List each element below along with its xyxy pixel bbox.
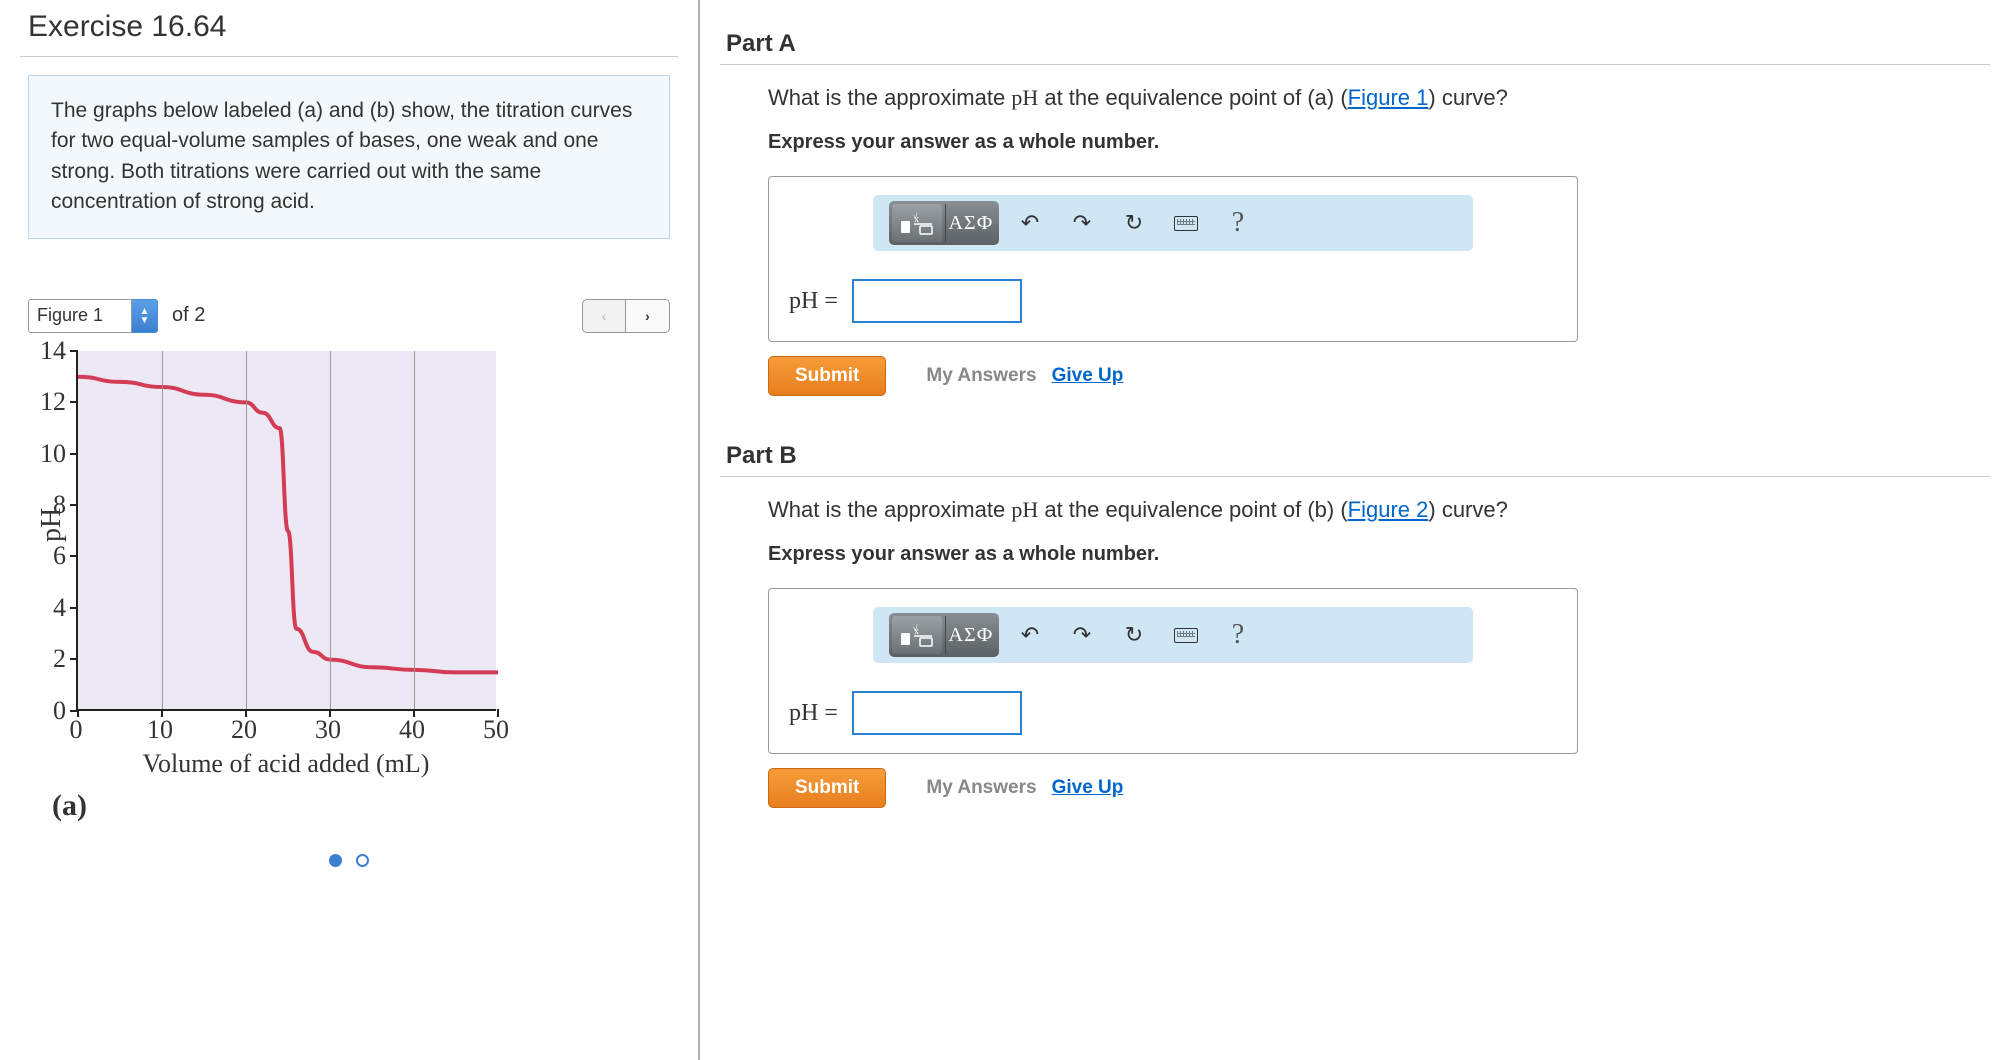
exercise-title: Exercise 16.64 <box>0 0 698 56</box>
equation-toolbar: x√ ΑΣФ ↶ ↷ ↻ ? <box>873 195 1473 251</box>
pager-dot-1[interactable] <box>329 854 342 867</box>
chevron-right-icon: › <box>645 308 650 324</box>
answer-label: pH = <box>789 700 838 727</box>
greek-icon: ΑΣФ <box>949 212 994 235</box>
left-panel: Exercise 16.64 The graphs below labeled … <box>0 0 700 1060</box>
help-button[interactable]: ? <box>1217 203 1259 243</box>
reset-button[interactable]: ↻ <box>1113 615 1155 655</box>
undo-icon: ↶ <box>1021 622 1039 648</box>
divider <box>720 64 1990 65</box>
undo-icon: ↶ <box>1021 210 1039 236</box>
keyboard-icon <box>1174 216 1198 231</box>
equation-toolbar: x√ ΑΣФ ↶ ↷ ↻ ? <box>873 607 1473 663</box>
undo-button[interactable]: ↶ <box>1009 203 1051 243</box>
part-a-section: Part A What is the approximate pH at the… <box>720 30 1990 396</box>
figure-label: (a) <box>52 789 670 823</box>
divider <box>720 476 1990 477</box>
part-a-giveup-link[interactable]: Give Up <box>1052 365 1124 386</box>
figure-2-link[interactable]: Figure 2 <box>1348 497 1429 522</box>
figure-select-input[interactable] <box>28 299 132 333</box>
template-icon: x√ <box>900 211 934 235</box>
chevron-left-icon: ‹ <box>602 308 607 324</box>
figure-prev-button[interactable]: ‹ <box>582 299 626 333</box>
part-a-title: Part A <box>720 30 1990 58</box>
plot-area <box>76 351 496 711</box>
y-axis-ticks: 02468101214 <box>68 351 76 711</box>
greek-button[interactable]: ΑΣФ <box>946 204 996 242</box>
pager-dots <box>0 851 698 872</box>
x-axis-ticks: 01020304050 <box>76 711 496 743</box>
figure-of-label: of 2 <box>172 304 205 327</box>
part-a-submit-button[interactable]: Submit <box>768 356 886 396</box>
pager-dot-2[interactable] <box>356 854 369 867</box>
ph-symbol: pH <box>1011 497 1038 522</box>
part-a-instruction: Express your answer as a whole number. <box>768 131 1990 154</box>
help-icon: ? <box>1232 619 1244 651</box>
part-b-actions: Submit My Answers Give Up <box>768 768 1990 808</box>
reset-icon: ↻ <box>1125 210 1143 236</box>
part-a-answer-box: x√ ΑΣФ ↶ ↷ ↻ ? pH = <box>768 176 1578 342</box>
part-b-giveup-link[interactable]: Give Up <box>1052 777 1124 798</box>
figure-1-link[interactable]: Figure 1 <box>1348 85 1429 110</box>
template-icon: x√ <box>900 623 934 647</box>
figure-navigator: ▲ ▼ of 2 ‹ › <box>28 299 670 333</box>
exercise-description: The graphs below labeled (a) and (b) sho… <box>28 75 670 239</box>
toolbar-template-group: x√ ΑΣФ <box>889 613 999 657</box>
keyboard-icon <box>1174 628 1198 643</box>
x-axis-label: Volume of acid added (mL) <box>76 749 496 779</box>
figure-select[interactable]: ▲ ▼ <box>28 299 158 333</box>
redo-icon: ↷ <box>1073 210 1091 236</box>
reset-icon: ↻ <box>1125 622 1143 648</box>
svg-text:√: √ <box>913 212 918 221</box>
keyboard-button[interactable] <box>1165 203 1207 243</box>
part-b-answer-input[interactable] <box>852 691 1022 735</box>
figure-next-button[interactable]: › <box>626 299 670 333</box>
template-button[interactable]: x√ <box>892 616 942 654</box>
greek-button[interactable]: ΑΣФ <box>946 616 996 654</box>
divider <box>20 56 678 57</box>
my-answers-label: My Answers <box>926 777 1036 798</box>
part-b-title: Part B <box>720 442 1990 470</box>
right-panel: Part A What is the approximate pH at the… <box>700 0 2010 1060</box>
my-answers-label: My Answers <box>926 365 1036 386</box>
part-b-submit-button[interactable]: Submit <box>768 768 886 808</box>
undo-button[interactable]: ↶ <box>1009 615 1051 655</box>
part-b-answer-box: x√ ΑΣФ ↶ ↷ ↻ ? pH = <box>768 588 1578 754</box>
part-b-section: Part B What is the approximate pH at the… <box>720 442 1990 808</box>
reset-button[interactable]: ↻ <box>1113 203 1155 243</box>
svg-text:√: √ <box>913 624 918 633</box>
answer-label: pH = <box>789 288 838 315</box>
help-icon: ? <box>1232 207 1244 239</box>
redo-button[interactable]: ↷ <box>1061 203 1103 243</box>
figure-stepper[interactable]: ▲ ▼ <box>132 299 158 333</box>
titration-curve <box>78 351 498 711</box>
part-a-actions: Submit My Answers Give Up <box>768 356 1990 396</box>
part-b-question: What is the approximate pH at the equiva… <box>768 497 1990 523</box>
redo-icon: ↷ <box>1073 622 1091 648</box>
ph-symbol: pH <box>1011 85 1038 110</box>
part-a-question: What is the approximate pH at the equiva… <box>768 85 1990 111</box>
chart-area: pH 02468101214 01020304050 Volume of aci… <box>28 351 670 823</box>
part-b-instruction: Express your answer as a whole number. <box>768 543 1990 566</box>
toolbar-template-group: x√ ΑΣФ <box>889 201 999 245</box>
part-a-answer-input[interactable] <box>852 279 1022 323</box>
template-button[interactable]: x√ <box>892 204 942 242</box>
greek-icon: ΑΣФ <box>949 624 994 647</box>
help-button[interactable]: ? <box>1217 615 1259 655</box>
chevron-down-icon: ▼ <box>140 316 150 325</box>
keyboard-button[interactable] <box>1165 615 1207 655</box>
redo-button[interactable]: ↷ <box>1061 615 1103 655</box>
